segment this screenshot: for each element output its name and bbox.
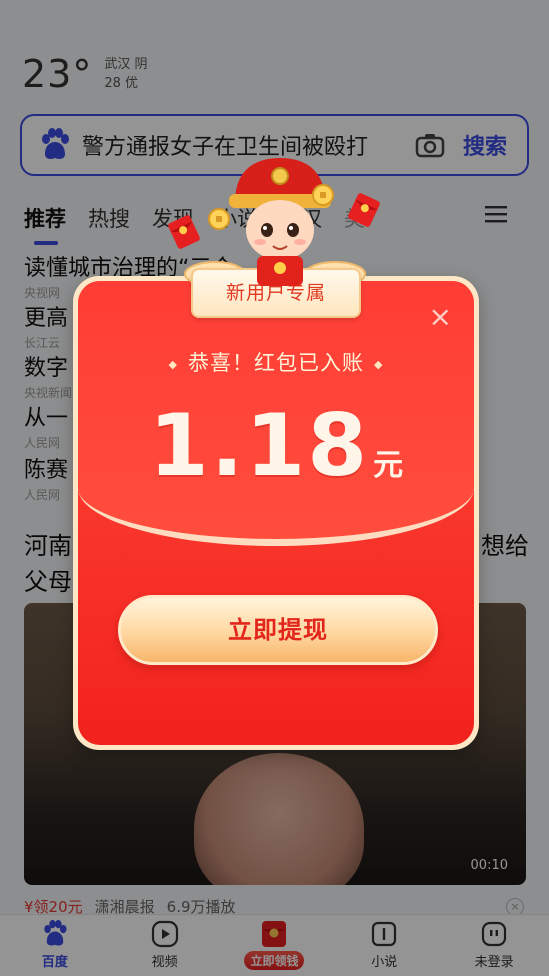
- red-packet-dialog: × ◆ 恭喜！红包已入账 ◆ 1.18 元 立即提现: [73, 276, 479, 750]
- congrats-text: ◆ 恭喜！红包已入账 ◆: [168, 351, 384, 375]
- withdraw-button[interactable]: 立即提现: [118, 595, 438, 665]
- congrats-label: 恭喜！红包已入账: [188, 351, 364, 375]
- coin-icon: [312, 184, 334, 206]
- close-icon[interactable]: ×: [429, 303, 452, 331]
- amount-unit: 元: [373, 448, 404, 483]
- amount-value: 1.18: [148, 396, 370, 496]
- coin-icon: [208, 208, 230, 230]
- reward-amount: 1.18 元: [78, 396, 474, 496]
